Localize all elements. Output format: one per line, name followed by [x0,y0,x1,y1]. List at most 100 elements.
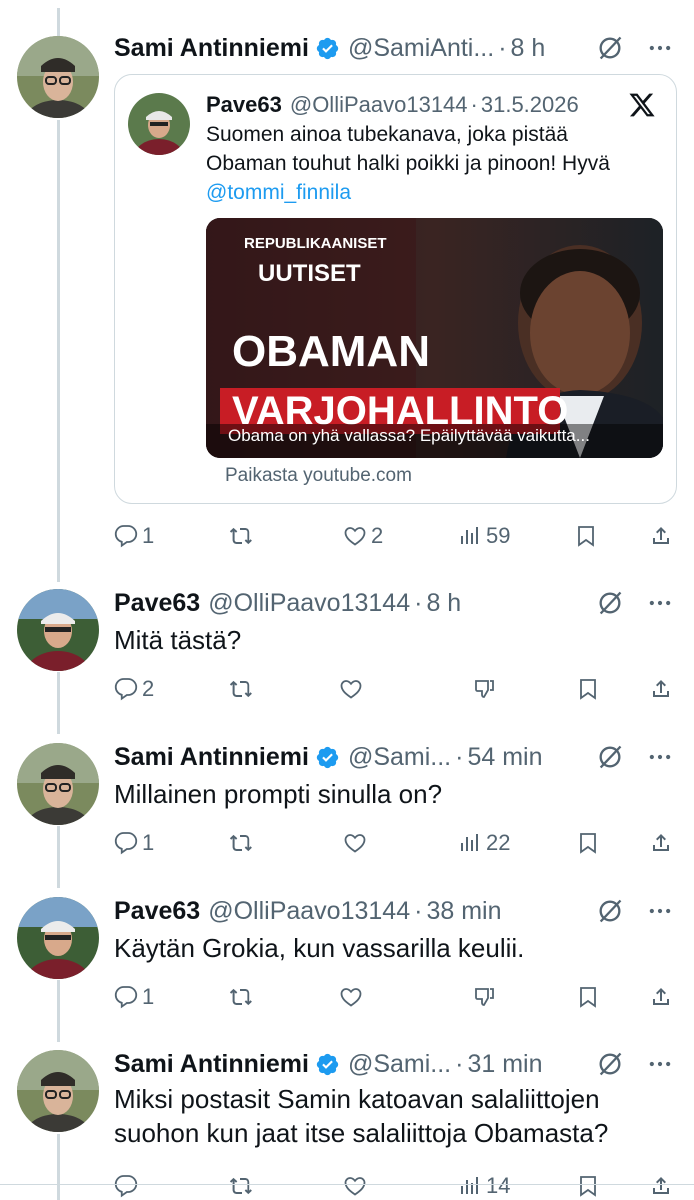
bookmark-icon [580,833,596,854]
timestamp[interactable]: 31 min [467,1050,542,1079]
tweet-text: Miksi postasit Samin katoavan salaliitto… [114,1084,609,1148]
more-icon[interactable] [646,34,674,62]
repost-icon [229,680,252,698]
more-icon[interactable] [646,743,674,771]
tweet[interactable]: Sami Antinniemi @Sami... · 31 min Miksi … [0,1046,694,1200]
bookmark-button[interactable] [574,520,598,552]
repost-button[interactable] [229,520,253,552]
reply-button[interactable]: 1 [114,520,154,552]
tweet[interactable]: Sami Antinniemi @SamiAnti... · 8 h Pave6… [0,0,694,585]
like-button[interactable] [339,673,363,705]
quoted-date: 31.5.2026 [480,92,579,117]
reply-count: 1 [142,830,155,855]
bookmark-button[interactable] [576,827,600,859]
quoted-body: Suomen ainoa tubekanava, joka pistää Oba… [206,123,610,175]
repost-icon [229,527,252,545]
reply-button[interactable]: 1 [114,981,154,1013]
grok-icon[interactable] [596,743,624,771]
author-name[interactable]: Pave63 [114,589,200,618]
like-button[interactable] [339,981,363,1013]
bookmark-button[interactable] [576,1170,600,1200]
like-icon [344,834,366,853]
author-handle[interactable]: @OlliPaavo13144 [208,897,410,926]
share-button[interactable] [649,520,673,552]
avatar[interactable] [17,1050,99,1132]
like-button[interactable] [343,1170,367,1200]
share-button[interactable] [649,1170,673,1200]
reply-icon [114,678,138,701]
like-icon [340,680,362,699]
grok-icon[interactable] [596,897,624,925]
mention-link[interactable]: @tommi_finnila [206,178,646,207]
repost-button[interactable] [229,1170,253,1200]
quoted-tweet-card[interactable]: Pave63 @OlliPaavo13144 · 31.5.2026 Suome… [114,74,677,504]
timestamp[interactable]: 8 h [426,589,461,618]
author-name[interactable]: Sami Antinniemi [114,743,309,772]
dislike-icon [475,988,494,1006]
grok-icon[interactable] [596,34,624,62]
tweet-text: Millainen prompti sinulla on? [114,779,443,809]
more-icon[interactable] [646,1050,674,1078]
timestamp[interactable]: 8 h [511,34,546,63]
views-button[interactable]: 22 [458,827,510,859]
author-name[interactable]: Sami Antinniemi [114,1050,309,1079]
grok-icon[interactable] [596,589,624,617]
reply-button[interactable]: 2 [114,673,154,705]
reply-icon [114,832,138,855]
like-button[interactable] [343,827,367,859]
bookmark-button[interactable] [576,981,600,1013]
reply-button[interactable] [114,1170,142,1200]
share-button[interactable] [649,827,673,859]
video-thumbnail[interactable]: REPUBLIKAANISET UUTISET OBAMAN VARJOHALL… [206,218,663,458]
dislike-button[interactable] [473,981,497,1013]
x-logo-icon [629,93,655,117]
like-icon [340,988,362,1007]
views-icon [461,527,478,544]
tweet[interactable]: Pave63 @OlliPaavo13144 · 38 min Käytän G… [0,893,694,1043]
like-icon [344,1177,366,1196]
screen-edge-divider [0,1184,694,1185]
views-button[interactable]: 14 [458,1170,510,1200]
like-count: 2 [371,523,384,548]
tweet-text: Mitä tästä? [114,625,242,655]
dislike-button[interactable] [473,673,497,705]
timestamp[interactable]: 54 min [467,743,542,772]
avatar[interactable] [17,589,99,671]
share-button[interactable] [649,981,673,1013]
avatar[interactable] [17,36,99,118]
author-handle[interactable]: @SamiAnti... [348,34,494,63]
dislike-icon [475,680,494,698]
author-handle[interactable]: @OlliPaavo13144 [208,589,410,618]
tweet[interactable]: Pave63 @OlliPaavo13144 · 8 h Mitä tästä?… [0,585,694,735]
separator-dot: · [470,92,478,117]
more-icon[interactable] [646,897,674,925]
quoted-author-handle: @OlliPaavo13144 [289,92,468,117]
author-name[interactable]: Pave63 [114,897,200,926]
avatar[interactable] [17,743,99,825]
like-button[interactable]: 2 [343,520,383,552]
separator-dot: · [455,1049,464,1078]
repost-button[interactable] [229,827,253,859]
repost-button[interactable] [229,981,253,1013]
author-handle[interactable]: @Sami... [348,1050,451,1079]
grok-icon[interactable] [596,1050,624,1078]
share-button[interactable] [649,673,673,705]
more-icon[interactable] [646,589,674,617]
author-name[interactable]: Sami Antinniemi [114,34,309,63]
views-button[interactable]: 59 [458,520,510,552]
repost-button[interactable] [229,673,253,705]
like-icon [344,527,366,546]
reply-button[interactable]: 1 [114,827,154,859]
timestamp[interactable]: 38 min [426,897,501,926]
tweet-text: Käytän Grokia, kun vassarilla keulii. [114,933,525,963]
avatar[interactable] [17,897,99,979]
tweet[interactable]: Sami Antinniemi @Sami... · 54 min Millai… [0,739,694,889]
author-handle[interactable]: @Sami... [348,743,451,772]
thumb-channel-line2: UUTISET [258,260,361,287]
repost-icon [229,834,252,852]
link-source[interactable]: Paikasta youtube.com [225,465,412,487]
bookmark-button[interactable] [576,673,600,705]
bookmark-icon [580,1176,596,1197]
reply-icon [114,1175,138,1198]
views-count: 14 [486,1173,511,1198]
